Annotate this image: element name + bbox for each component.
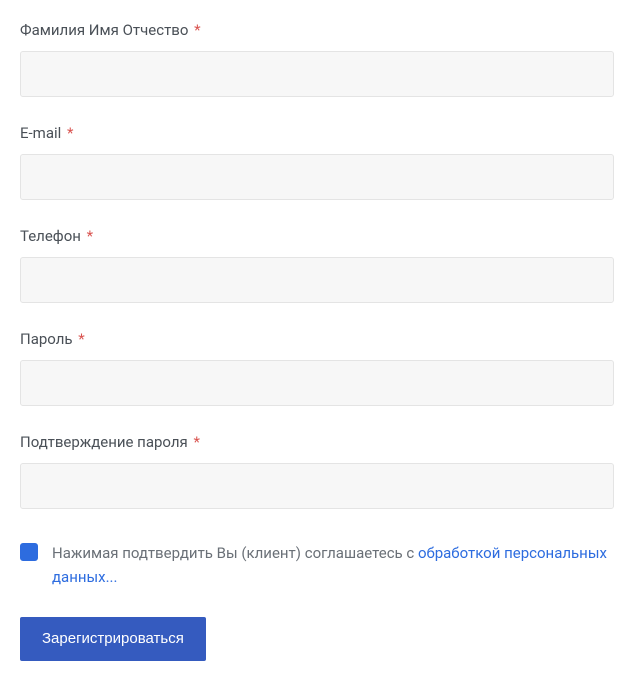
fullname-label: Фамилия Имя Отчество * — [20, 20, 614, 41]
confirm-input[interactable] — [20, 463, 614, 509]
consent-text-before: Нажимая подтвердить Вы (клиент) соглашае… — [52, 544, 418, 562]
required-star: * — [87, 227, 93, 245]
consent-checkbox[interactable] — [20, 543, 38, 561]
required-star: * — [194, 21, 200, 39]
registration-form: Фамилия Имя Отчество * E-mail * Телефон … — [0, 0, 634, 681]
field-confirm: Подтверждение пароля * — [20, 432, 614, 509]
submit-button[interactable]: Зарегистрироваться — [20, 617, 206, 661]
phone-label: Телефон * — [20, 226, 614, 247]
required-star: * — [78, 330, 84, 348]
required-star: * — [194, 433, 200, 451]
label-text: E-mail — [20, 124, 61, 142]
phone-input[interactable] — [20, 257, 614, 303]
password-input[interactable] — [20, 360, 614, 406]
email-label: E-mail * — [20, 123, 614, 144]
field-email: E-mail * — [20, 123, 614, 200]
confirm-label: Подтверждение пароля * — [20, 432, 614, 453]
consent-text: Нажимая подтвердить Вы (клиент) соглашае… — [52, 541, 614, 589]
email-input[interactable] — [20, 154, 614, 200]
consent-row: Нажимая подтвердить Вы (клиент) соглашае… — [20, 541, 614, 589]
field-fullname: Фамилия Имя Отчество * — [20, 20, 614, 97]
label-text: Подтверждение пароля — [20, 433, 188, 451]
field-password: Пароль * — [20, 329, 614, 406]
required-star: * — [67, 124, 73, 142]
fullname-input[interactable] — [20, 51, 614, 97]
label-text: Фамилия Имя Отчество — [20, 21, 188, 39]
label-text: Пароль — [20, 330, 73, 348]
password-label: Пароль * — [20, 329, 614, 350]
field-phone: Телефон * — [20, 226, 614, 303]
label-text: Телефон — [20, 227, 81, 245]
